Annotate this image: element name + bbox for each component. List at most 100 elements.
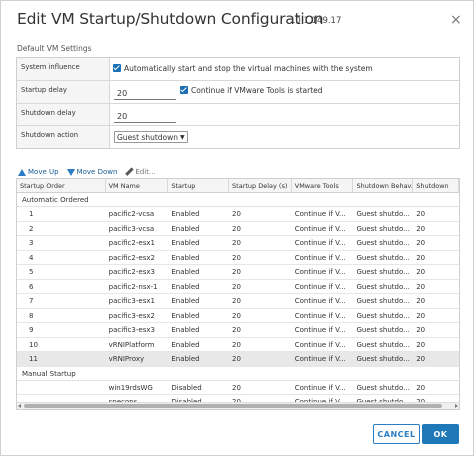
- move-down-label: Move Down: [76, 168, 118, 176]
- table-cell: Guest shutdo...: [356, 210, 410, 218]
- auto-start-checkbox[interactable]: [113, 64, 121, 72]
- column-header[interactable]: Shutdown Behav...: [353, 179, 414, 192]
- shutdown-delay-input[interactable]: [114, 110, 176, 123]
- table-cell: 20: [416, 355, 426, 363]
- table-cell: vRNIProxy: [108, 355, 145, 363]
- table-cell: Enabled: [171, 311, 200, 320]
- table-cell: 20: [416, 297, 426, 305]
- table-cell: Enabled: [171, 282, 200, 291]
- table-cell: Continue if V...: [294, 355, 346, 363]
- table-cell: 9: [29, 326, 34, 334]
- system-influence-label: System influence: [17, 58, 110, 80]
- table-row[interactable]: 6 pacific2-nsx-1 Enabled 20 Continue if V...…: [17, 280, 459, 294]
- table-cell: Continue if V...: [294, 224, 346, 233]
- table-cell: 11: [29, 355, 38, 363]
- shutdown-action-select[interactable]: Guest shutdown ▼: [114, 131, 188, 143]
- table-row[interactable]: 1 pacific2-vcsa Enabled 20 Continue if V... G…: [17, 207, 459, 222]
- column-header[interactable]: VMware Tools: [292, 179, 354, 192]
- column-header[interactable]: Startup Delay (s): [229, 179, 292, 192]
- table-row[interactable]: 8 pacific3-esx2 Enabled 20 Continue if V... G…: [17, 309, 459, 323]
- table-row[interactable]: 7 pacific3-esx1 Enabled 20 Continue if V... G…: [17, 294, 459, 309]
- move-up-label: Move Up: [28, 168, 59, 176]
- table-cell: pacific2-vcsa: [108, 210, 155, 218]
- scroll-right-icon[interactable]: [455, 404, 458, 408]
- table-cell: Guest shutdo...: [356, 355, 410, 363]
- continue-vmware-tools-label: Continue if VMware Tools is started: [191, 86, 323, 95]
- table-cell: Guest shutdo...: [356, 311, 410, 320]
- close-icon[interactable]: ×: [450, 13, 462, 27]
- dialog-title: Edit VM Startup/Shutdown Configuration: [17, 10, 324, 28]
- column-header[interactable]: VM Name: [106, 179, 169, 192]
- table-cell: 7: [29, 297, 34, 305]
- startup-delay-row: Startup delay Continue if VMware Tools i…: [17, 81, 459, 104]
- table-cell: Enabled: [171, 224, 200, 233]
- vm-startup-grid: Startup Order VM Name Startup Startup De…: [16, 178, 460, 410]
- table-cell: 20: [232, 210, 241, 218]
- host-address: 10.1.149.17: [290, 16, 342, 26]
- column-header[interactable]: Shutdown: [413, 179, 459, 192]
- table-cell: 20: [232, 355, 241, 363]
- table-cell: Continue if V...: [294, 210, 346, 218]
- table-cell: Guest shutdo...: [356, 340, 410, 349]
- move-up-button[interactable]: Move Up: [18, 168, 59, 176]
- table-cell: Continue if V...: [294, 326, 346, 334]
- table-cell: pacific3-esx1: [108, 297, 155, 305]
- table-row[interactable]: 3 pacific2-esx1 Enabled 20 Continue if V... G…: [17, 236, 459, 251]
- table-row[interactable]: 9 pacific3-esx3 Enabled 20 Continue if V... G…: [17, 323, 459, 338]
- continue-vmware-tools-checkbox[interactable]: [180, 86, 188, 94]
- table-cell: 20: [416, 268, 426, 276]
- table-cell: 20: [232, 239, 241, 247]
- order-toolbar: Move Up Move Down Edit...: [18, 166, 164, 178]
- table-row[interactable]: 10 vRNIPlatform Enabled 20 Continue if V... G…: [17, 338, 459, 352]
- horizontal-scrollbar[interactable]: [17, 402, 459, 409]
- arrow-up-icon: [18, 168, 26, 176]
- table-row[interactable]: 11 vRNIProxy Enabled 20 Continue if V... Gues…: [17, 352, 459, 367]
- table-cell: 20: [232, 383, 241, 392]
- table-cell: Guest shutdo...: [356, 224, 410, 233]
- table-row[interactable]: 2 pacific3-vcsa Enabled 20 Continue if V... G…: [17, 222, 459, 236]
- table-cell: 2: [29, 224, 34, 233]
- shutdown-action-value: Guest shutdown: [117, 132, 179, 142]
- table-cell: Enabled: [171, 340, 200, 349]
- shutdown-action-label: Shutdown action: [17, 126, 110, 148]
- table-cell: pacific2-esx3: [108, 268, 155, 276]
- table-cell: Continue if V...: [294, 311, 346, 320]
- table-cell: Enabled: [171, 253, 200, 262]
- ok-button[interactable]: OK: [422, 424, 459, 444]
- table-cell: Guest shutdo...: [356, 268, 410, 276]
- table-row[interactable]: 4 pacific2-esx2 Enabled 20 Continue if V... G…: [17, 251, 459, 265]
- table-cell: pacific2-nsx-1: [108, 282, 158, 291]
- table-cell: Continue if V...: [294, 239, 346, 247]
- arrow-down-icon: [66, 168, 75, 176]
- move-down-button[interactable]: Move Down: [66, 168, 118, 176]
- table-row[interactable]: 5 pacific2-esx3 Enabled 20 Continue if V... G…: [17, 265, 459, 280]
- table-cell: 20: [416, 383, 426, 392]
- table-cell: Continue if V...: [294, 268, 346, 276]
- manual-startup-group: Manual Startup: [17, 367, 459, 381]
- table-cell: pacific3-esx2: [108, 311, 155, 320]
- default-vm-settings-table: System influence Automatically start and…: [16, 57, 460, 149]
- edit-button[interactable]: Edit...: [125, 168, 155, 176]
- table-cell: 20: [416, 282, 426, 291]
- table-cell: 20: [232, 297, 241, 305]
- table-cell: Guest shutdo...: [356, 253, 410, 262]
- table-cell: 20: [232, 268, 241, 276]
- table-cell: pacific3-esx3: [108, 326, 155, 334]
- scrollbar-thumb[interactable]: [24, 404, 442, 408]
- table-cell: Disabled: [171, 383, 202, 392]
- pencil-icon: [125, 168, 133, 176]
- column-header[interactable]: Startup: [168, 179, 230, 192]
- table-cell: Continue if V...: [294, 253, 346, 262]
- table-cell: 4: [29, 253, 34, 262]
- cancel-button[interactable]: CANCEL: [373, 424, 420, 444]
- scroll-left-icon[interactable]: [18, 404, 21, 408]
- startup-delay-input[interactable]: [114, 87, 176, 100]
- shutdown-delay-row: Shutdown delay: [17, 104, 459, 126]
- table-cell: Enabled: [171, 210, 200, 218]
- table-row[interactable]: win19rdsWG Disabled 20 Continue if V... Gues…: [17, 381, 459, 395]
- table-cell: pacific2-esx1: [108, 239, 155, 247]
- automatic-ordered-group: Automatic Ordered: [17, 193, 459, 207]
- table-cell: Continue if V...: [294, 340, 346, 349]
- table-cell: 6: [29, 282, 34, 291]
- column-header[interactable]: Startup Order: [17, 179, 106, 192]
